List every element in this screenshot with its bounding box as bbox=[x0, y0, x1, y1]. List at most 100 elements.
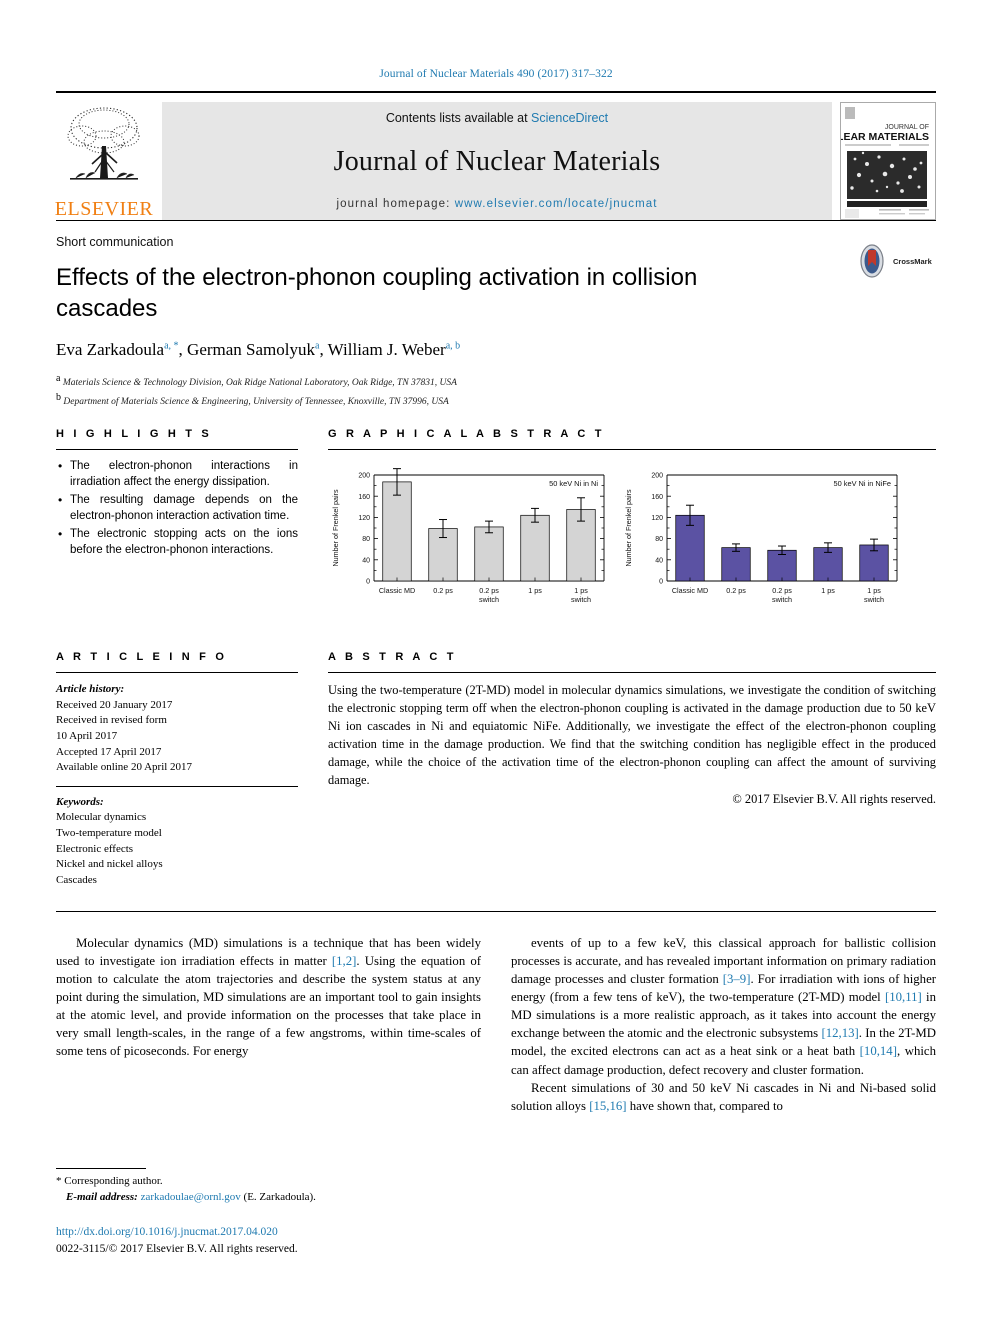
article-info-section: A R T I C L E I N F O Article history: R… bbox=[56, 651, 298, 888]
author-affiliation-mark: a, * bbox=[164, 340, 179, 352]
journal-homepage-line: journal homepage: www.elsevier.com/locat… bbox=[336, 198, 657, 210]
doi-block: http://dx.doi.org/10.1016/j.jnucmat.2017… bbox=[56, 1224, 298, 1259]
crossmark-label: CrossMark bbox=[893, 256, 932, 266]
history-line: Received in revised form bbox=[56, 714, 167, 727]
keyword-item: Two-temperature model bbox=[56, 827, 162, 840]
author-name: Eva Zarkadoula bbox=[56, 340, 165, 360]
elsevier-logo: ELSEVIER bbox=[54, 102, 156, 220]
footnote-rule bbox=[56, 1168, 146, 1169]
abstract-rule bbox=[328, 672, 936, 674]
svg-text:0.2 ps: 0.2 ps bbox=[479, 586, 499, 595]
list-item: The electronic stopping acts on the ions… bbox=[58, 526, 298, 559]
email-note: E-mail address: zarkadoulae@ornl.gov (E.… bbox=[56, 1190, 481, 1206]
sciencedirect-link[interactable]: ScienceDirect bbox=[531, 111, 608, 125]
homepage-prefix: journal homepage: bbox=[336, 198, 451, 210]
article-info-rule bbox=[56, 672, 298, 674]
affiliation-text: Department of Materials Science & Engine… bbox=[63, 397, 449, 408]
history-line: 10 April 2017 bbox=[56, 730, 118, 743]
svg-text:0: 0 bbox=[659, 579, 663, 586]
author-affiliation-mark: a bbox=[315, 340, 320, 352]
svg-text:160: 160 bbox=[651, 494, 663, 501]
body-column-right: events of up to a few keV, this classica… bbox=[511, 934, 936, 1116]
body-paragraph: Recent simulations of 30 and 50 keV Ni c… bbox=[511, 1080, 936, 1113]
article-info-heading: A R T I C L E I N F O bbox=[56, 651, 228, 664]
svg-text:Classic MD: Classic MD bbox=[672, 586, 708, 595]
highlights-graphical-abstract-row: H I G H L I G H T S The electron-phonon … bbox=[56, 428, 936, 631]
affiliation-line: b Department of Materials Science & Engi… bbox=[56, 391, 936, 410]
svg-text:NUCLEAR MATERIALS: NUCLEAR MATERIALS bbox=[841, 131, 929, 143]
body-divider bbox=[56, 910, 936, 912]
svg-text:Number of Frenkel pairs: Number of Frenkel pairs bbox=[331, 489, 340, 566]
keyword-item: Molecular dynamics bbox=[56, 811, 147, 824]
keyword-item: Electronic effects bbox=[56, 842, 134, 855]
body-paragraph: events of up to a few keV, this classica… bbox=[511, 935, 937, 1077]
crossmark-badge[interactable]: CrossMark bbox=[854, 243, 936, 279]
svg-text:80: 80 bbox=[655, 536, 663, 543]
author-list: Eva Zarkadoulaa, *, German Samolyuka, Wi… bbox=[56, 340, 461, 360]
issn-copyright-line: 0022-3115/© 2017 Elsevier B.V. All right… bbox=[56, 1243, 298, 1256]
graphical-abstract-section: G R A P H I C A L A B S T R A C T 0 40 80 1… bbox=[328, 428, 936, 631]
article-page: Journal of Nuclear Materials 490 (2017) … bbox=[0, 0, 992, 1323]
affiliation-line: a Materials Science & Technology Divisio… bbox=[56, 372, 936, 391]
contents-prefix: Contents lists available at bbox=[385, 111, 528, 125]
history-line: Available online 20 April 2017 bbox=[56, 761, 193, 774]
highlights-list: The electron-phonon interactions in irra… bbox=[56, 458, 298, 559]
highlights-section: H I G H L I G H T S The electron-phonon … bbox=[56, 428, 298, 631]
abstract-heading: A B S T R A C T bbox=[328, 651, 457, 664]
doi-link[interactable]: http://dx.doi.org/10.1016/j.jnucmat.2017… bbox=[56, 1224, 298, 1241]
author-affiliation-mark: a, b bbox=[445, 340, 461, 352]
svg-text:0.2 ps: 0.2 ps bbox=[772, 586, 792, 595]
email-owner: (E. Zarkadoula). bbox=[243, 1190, 316, 1203]
keywords-label: Keywords: bbox=[56, 795, 104, 808]
title-block: Short communication Effects of the elect… bbox=[56, 221, 936, 410]
svg-text:switch: switch bbox=[772, 595, 792, 604]
svg-text:40: 40 bbox=[362, 558, 370, 565]
svg-text:switch: switch bbox=[864, 595, 884, 604]
page-title: Effects of the electron-phonon coupling … bbox=[56, 264, 698, 323]
svg-text:1 ps: 1 ps bbox=[821, 586, 835, 595]
article-history-label: Article history: bbox=[56, 683, 125, 696]
journal-cover-thumbnail: JOURNAL OF NUCLEAR MATERIALS bbox=[840, 102, 936, 220]
graphical-abstract-rule bbox=[328, 449, 936, 451]
svg-text:switch: switch bbox=[571, 595, 591, 604]
article-info-abstract-row: A R T I C L E I N F O Article history: R… bbox=[56, 651, 936, 888]
running-head: Journal of Nuclear Materials 490 (2017) … bbox=[379, 68, 613, 80]
svg-text:120: 120 bbox=[651, 515, 663, 522]
svg-text:0.2 ps: 0.2 ps bbox=[726, 586, 746, 595]
bar-chart-ni-in-ni: 0 40 80 120 160 200 Number of Frenkel pairs 50 … bbox=[331, 468, 605, 604]
email-link[interactable]: zarkadoulae@ornl.gov bbox=[141, 1191, 241, 1203]
body-columns: Molecular dynamics (MD) simulations is a… bbox=[56, 934, 936, 1116]
history-line: Received 20 January 2017 bbox=[56, 698, 173, 711]
bar-chart-ni-in-nife: 0 40 80 120 160 200 Number of Frenkel pairs 50 … bbox=[624, 473, 898, 604]
svg-text:1 ps: 1 ps bbox=[574, 586, 588, 595]
svg-text:200: 200 bbox=[651, 473, 663, 480]
abstract-copyright: © 2017 Elsevier B.V. All rights reserved… bbox=[732, 792, 936, 807]
contents-available-line: Contents lists available at ScienceDirec… bbox=[386, 111, 608, 125]
author-name: William J. Weber bbox=[327, 340, 446, 360]
corresponding-author-note: * Corresponding author. bbox=[56, 1175, 163, 1187]
article-kind: Short communication bbox=[56, 235, 174, 249]
article-history-block: Article history: Received 20 January 201… bbox=[56, 682, 298, 776]
svg-text:200: 200 bbox=[358, 473, 370, 480]
cover-art: JOURNAL OF NUCLEAR MATERIALS bbox=[841, 103, 933, 219]
journal-title: Journal of Nuclear Materials bbox=[333, 145, 661, 177]
svg-text:0.2 ps: 0.2 ps bbox=[433, 586, 453, 595]
elsevier-wordmark: ELSEVIER bbox=[54, 198, 154, 220]
homepage-url-link[interactable]: www.elsevier.com/locate/jnucmat bbox=[455, 198, 658, 210]
svg-text:120: 120 bbox=[358, 515, 370, 522]
svg-text:80: 80 bbox=[362, 536, 370, 543]
svg-text:160: 160 bbox=[358, 494, 370, 501]
affiliation-mark: a bbox=[56, 373, 61, 385]
affiliation-text: Materials Science & Technology Division,… bbox=[62, 378, 457, 389]
list-item: The resulting damage depends on the elec… bbox=[58, 492, 298, 525]
keyword-item: Cascades bbox=[56, 873, 97, 886]
affiliation-mark: b bbox=[56, 392, 61, 404]
author-name: German Samolyuk bbox=[187, 340, 315, 360]
highlights-heading: H I G H L I G H T S bbox=[56, 428, 212, 441]
keyword-item: Nickel and nickel alloys bbox=[56, 858, 163, 871]
svg-text:Number of Frenkel pairs: Number of Frenkel pairs bbox=[624, 489, 633, 566]
crossmark-icon bbox=[860, 244, 884, 278]
journal-band: Contents lists available at ScienceDirec… bbox=[162, 102, 832, 220]
svg-text:0: 0 bbox=[366, 579, 370, 586]
body-paragraph: Molecular dynamics (MD) simulations is a… bbox=[56, 935, 481, 1059]
